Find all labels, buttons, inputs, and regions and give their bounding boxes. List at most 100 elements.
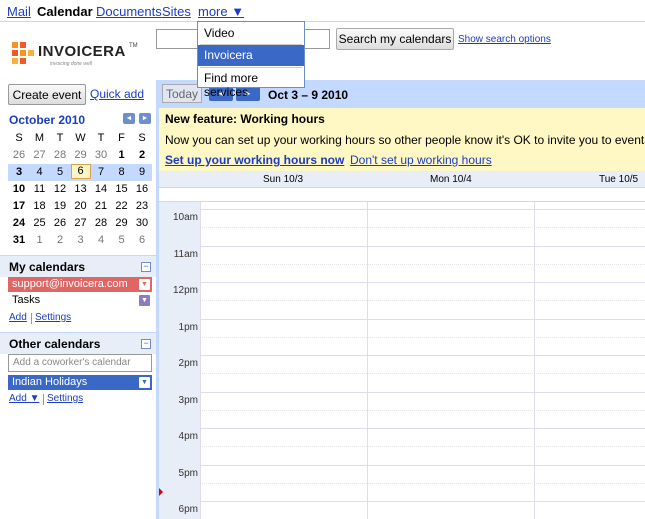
- day-header-sun[interactable]: Sun 10/3: [263, 174, 303, 185]
- mini-calendar-day[interactable]: 2: [50, 234, 70, 246]
- all-day-row[interactable]: [159, 188, 645, 202]
- create-event-button[interactable]: Create event: [8, 84, 86, 105]
- collapse-icon[interactable]: −: [141, 262, 151, 272]
- mini-calendar-day[interactable]: 1: [30, 234, 50, 246]
- mini-calendar-day[interactable]: 3: [9, 166, 29, 178]
- mini-calendar-day[interactable]: 1: [112, 149, 132, 161]
- mini-calendar-day[interactable]: 30: [91, 149, 111, 161]
- mini-calendar-day[interactable]: 29: [112, 217, 132, 229]
- mini-calendar-day[interactable]: 30: [132, 217, 152, 229]
- mini-next-month-icon[interactable]: ►: [139, 113, 151, 124]
- my-calendars-add-link[interactable]: Add: [9, 312, 27, 323]
- mini-calendar-day[interactable]: 27: [71, 217, 91, 229]
- mini-calendar-day[interactable]: 17: [9, 200, 29, 212]
- feature-banner: New feature: Working hours Now you can s…: [159, 108, 645, 172]
- hour-label: 6pm: [178, 504, 198, 515]
- calendar-item-label: Tasks: [12, 294, 41, 306]
- mini-calendar-day[interactable]: 21: [91, 200, 111, 212]
- mini-calendar-day[interactable]: 5: [112, 234, 132, 246]
- mini-calendar-day[interactable]: 26: [50, 217, 70, 229]
- mini-calendar-day[interactable]: 22: [112, 200, 132, 212]
- nav-more-link[interactable]: more ▼: [198, 4, 244, 19]
- search-calendars-button[interactable]: Search my calendars: [336, 28, 454, 50]
- other-calendars-settings-link[interactable]: Settings: [47, 393, 83, 404]
- day-header-mon[interactable]: Mon 10/4: [430, 174, 472, 185]
- mini-calendar-day[interactable]: 6: [132, 234, 152, 246]
- mini-calendar-day[interactable]: 7: [91, 166, 111, 178]
- weekday-label: W: [75, 132, 86, 144]
- calendar-item-support[interactable]: support@invoicera.com ▼: [8, 277, 152, 292]
- weekday-label: F: [118, 132, 125, 144]
- nav-mail-link[interactable]: Mail: [7, 4, 31, 19]
- other-calendars-header[interactable]: Other calendars −: [0, 332, 156, 354]
- mini-calendar-day[interactable]: 20: [71, 200, 91, 212]
- mini-calendar-day[interactable]: 3: [71, 234, 91, 246]
- mini-calendar-day[interactable]: 19: [50, 200, 70, 212]
- mini-calendar-day[interactable]: 23: [132, 200, 152, 212]
- calendar-item-indian-holidays[interactable]: Indian Holidays ▼: [8, 375, 152, 390]
- mini-calendar-day[interactable]: 24: [9, 217, 29, 229]
- mini-calendar-day[interactable]: 4: [30, 166, 50, 178]
- logo-mark-icon: [12, 42, 34, 64]
- mini-calendar-day[interactable]: 29: [71, 149, 91, 161]
- setup-working-hours-link[interactable]: Set up your working hours now: [165, 153, 344, 167]
- mini-calendar-day[interactable]: 12: [50, 183, 70, 195]
- mini-calendar-day[interactable]: 14: [91, 183, 111, 195]
- add-coworker-input[interactable]: Add a coworker's calendar: [8, 354, 152, 372]
- mini-calendar-day[interactable]: 26: [9, 149, 29, 161]
- mini-calendar-day[interactable]: 9: [132, 166, 152, 178]
- today-button[interactable]: Today: [162, 84, 202, 103]
- my-calendars-settings-link[interactable]: Settings: [35, 312, 71, 323]
- other-calendars-title: Other calendars: [9, 337, 101, 351]
- chevron-down-icon[interactable]: ▼: [139, 279, 150, 290]
- current-time-marker-icon: [159, 488, 163, 496]
- mini-calendar-day[interactable]: 31: [9, 234, 29, 246]
- other-calendars-add-link[interactable]: Add ▼: [9, 393, 39, 404]
- mini-calendar-day[interactable]: 2: [132, 149, 152, 161]
- half-hour-gridline: [200, 263, 645, 265]
- search-options-link[interactable]: Show search options: [458, 34, 551, 45]
- mini-calendar-day[interactable]: 11: [30, 183, 50, 195]
- mini-calendar-day[interactable]: 28: [50, 149, 70, 161]
- menu-item-video[interactable]: Video: [198, 23, 304, 44]
- mini-calendar-day[interactable]: 10: [9, 183, 29, 195]
- half-hour-gridline: [200, 446, 645, 448]
- chevron-down-icon[interactable]: ▼: [139, 295, 150, 306]
- chevron-down-icon[interactable]: ▼: [139, 377, 150, 388]
- mini-calendar-day[interactable]: 18: [30, 200, 50, 212]
- half-hour-gridline: [200, 336, 645, 338]
- hour-gridline: [200, 245, 645, 247]
- day-column-divider: [367, 202, 368, 519]
- hour-gridline: [200, 209, 645, 210]
- hour-gridline: [200, 501, 645, 502]
- mini-calendar-day[interactable]: 28: [91, 217, 111, 229]
- my-calendars-header[interactable]: My calendars −: [0, 255, 156, 277]
- menu-item-find-more[interactable]: Find more services: [198, 68, 304, 99]
- invoicera-logo: INVOICERA TM invoicing done well: [10, 40, 150, 70]
- mini-calendar-month[interactable]: October 2010: [9, 113, 85, 127]
- calendar-item-tasks[interactable]: Tasks ▼: [8, 293, 152, 308]
- mini-prev-month-icon[interactable]: ◄: [123, 113, 135, 124]
- mini-calendar-day[interactable]: 25: [30, 217, 50, 229]
- time-grid[interactable]: 10am 11am 12pm 1pm 2pm 3pm 4pm 5pm 6pm: [159, 202, 645, 519]
- mini-calendar-day[interactable]: 27: [30, 149, 50, 161]
- mini-calendar-day[interactable]: 5: [50, 166, 70, 178]
- link-separator: [43, 394, 44, 405]
- nav-sites-link[interactable]: Sites: [162, 4, 191, 19]
- half-hour-gridline: [200, 300, 645, 302]
- mini-calendar-day[interactable]: 16: [132, 183, 152, 195]
- mini-calendar-day[interactable]: 4: [91, 234, 111, 246]
- dismiss-working-hours-link[interactable]: Don't set up working hours: [350, 153, 492, 167]
- mini-calendar-day[interactable]: 8: [112, 166, 132, 178]
- day-header-tue[interactable]: Tue 10/5: [599, 174, 638, 185]
- mini-calendar-day[interactable]: 15: [112, 183, 132, 195]
- quick-add-link[interactable]: Quick add: [90, 87, 144, 101]
- hour-label: 2pm: [178, 358, 198, 369]
- mini-calendar-day[interactable]: 6: [70, 164, 91, 179]
- menu-item-invoicera[interactable]: Invoicera: [198, 45, 304, 66]
- nav-documents-link[interactable]: Documents: [96, 4, 162, 19]
- hour-label: 11am: [173, 248, 198, 260]
- mini-calendar-day[interactable]: 13: [71, 183, 91, 195]
- feature-title: New feature: Working hours: [165, 112, 325, 126]
- collapse-icon[interactable]: −: [141, 339, 151, 349]
